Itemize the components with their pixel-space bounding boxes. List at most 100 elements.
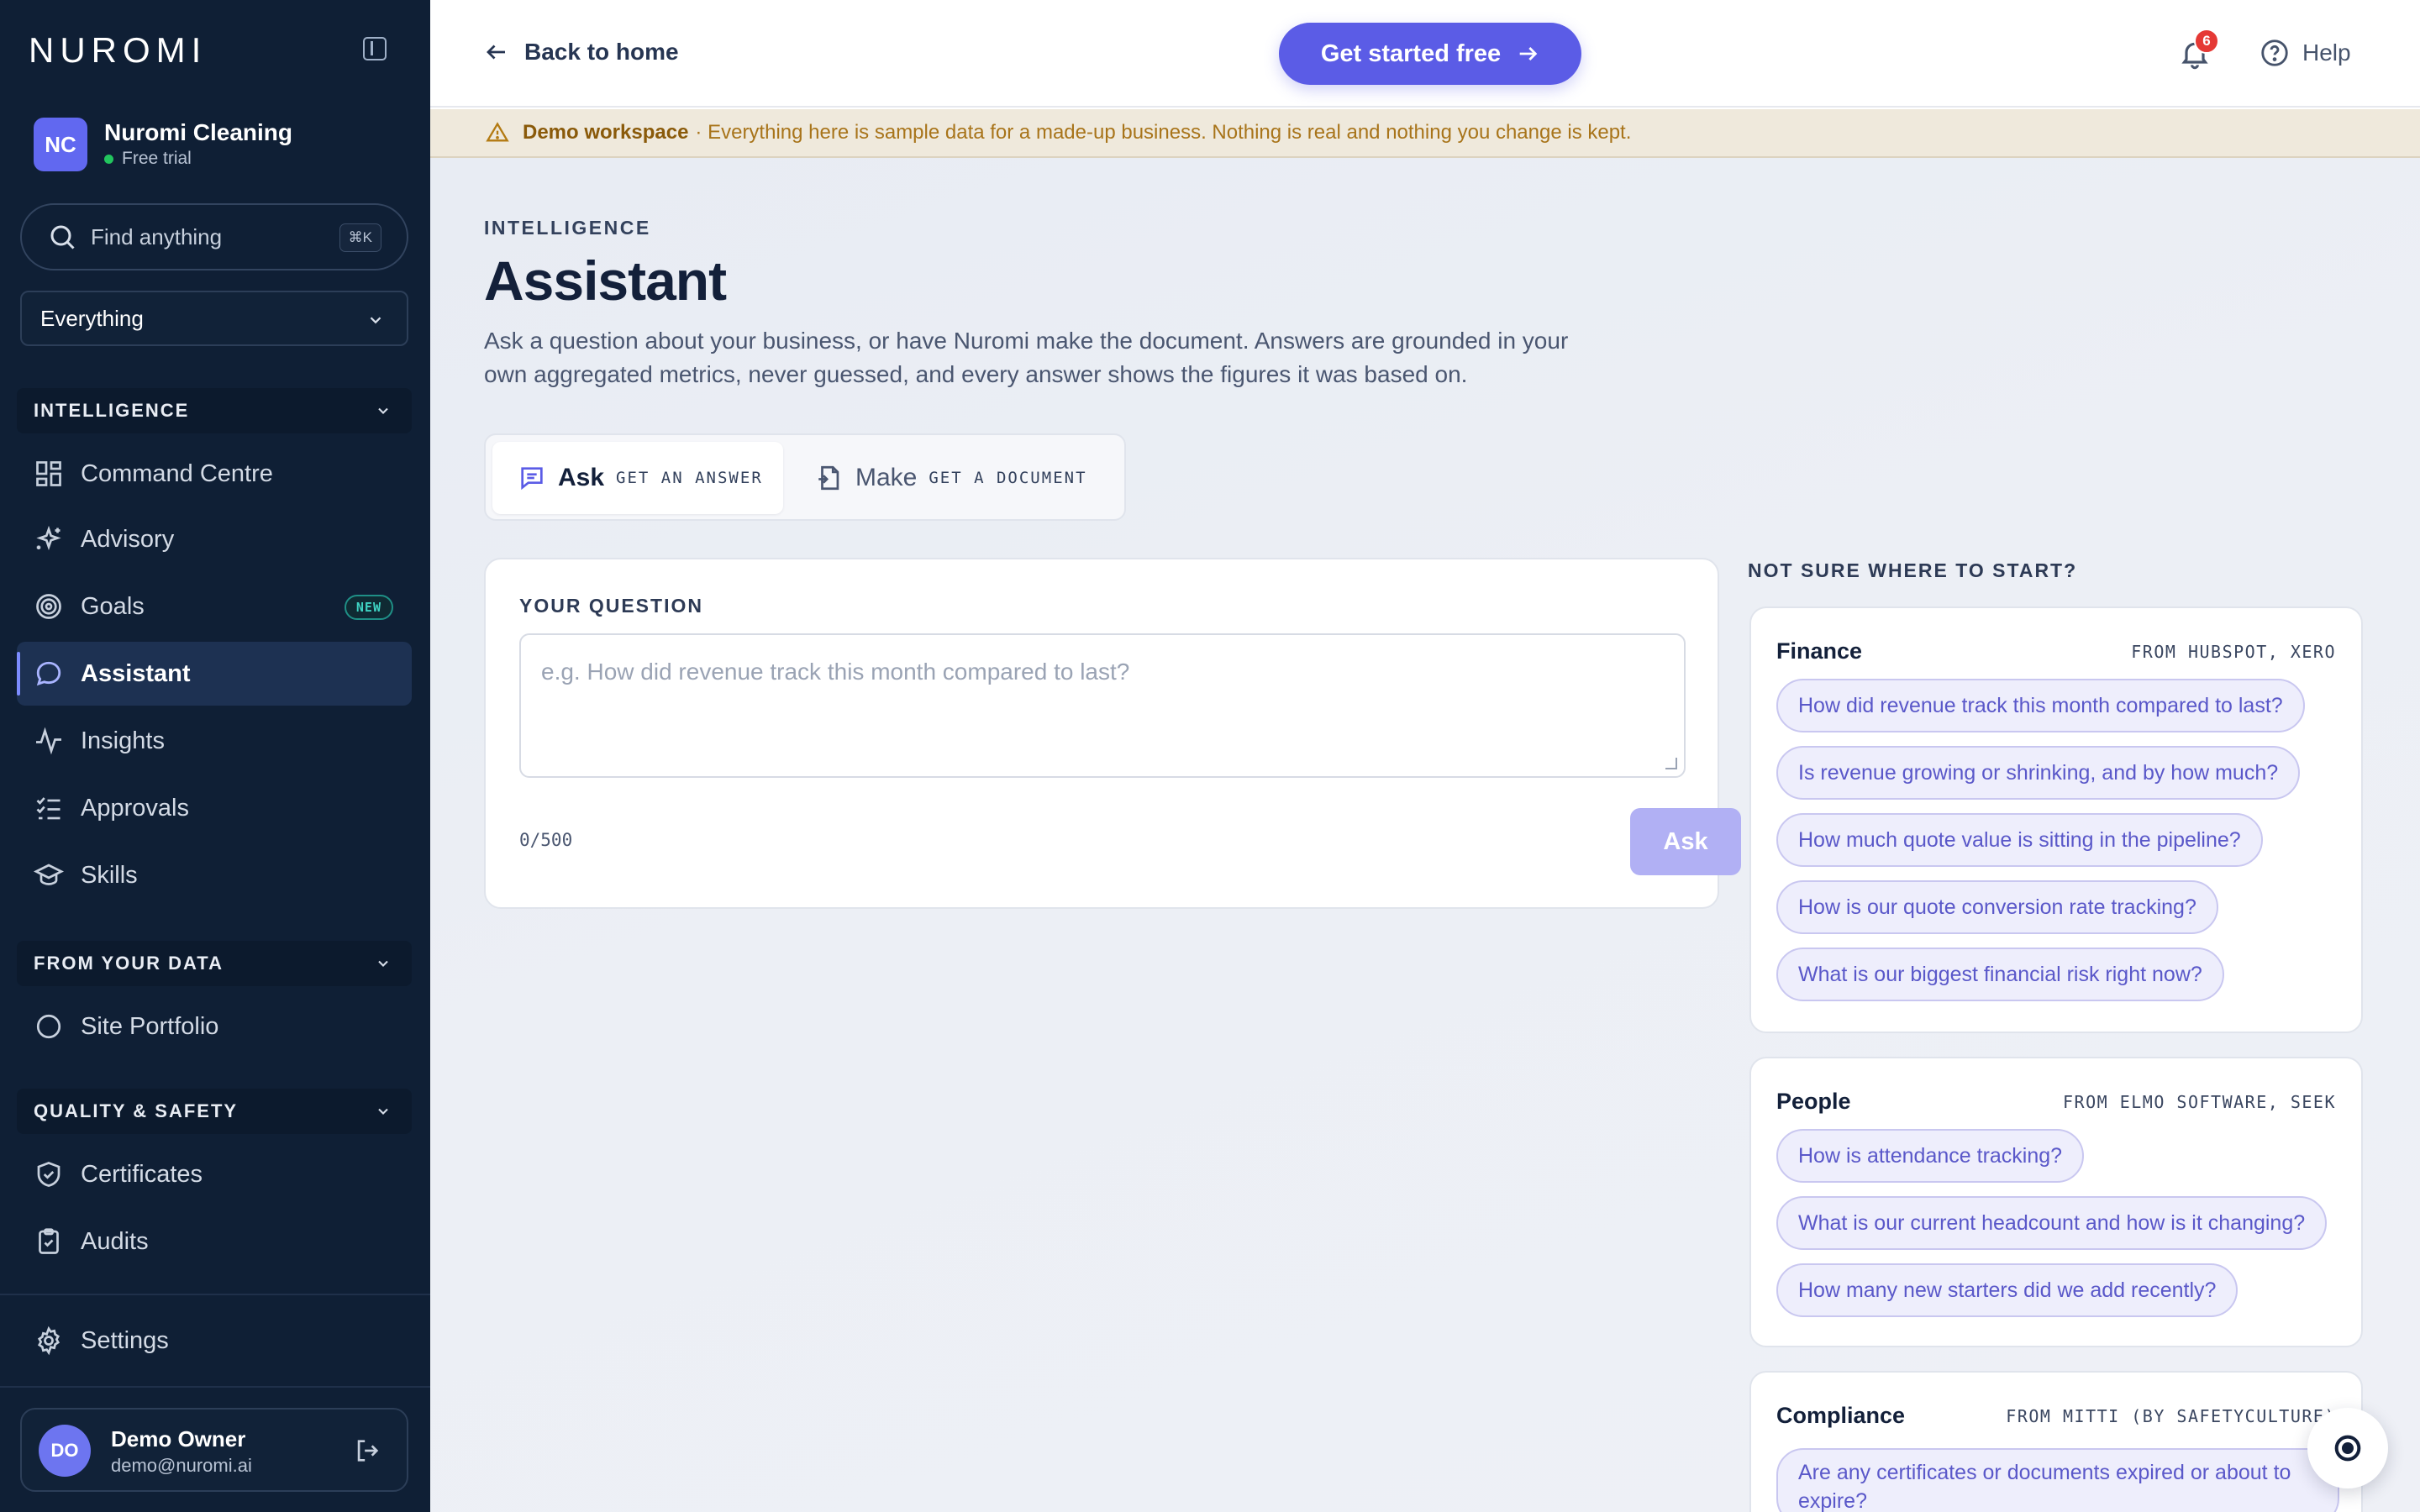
sidebar-item-goals[interactable]: Goals NEW xyxy=(17,575,412,638)
chevron-down-icon xyxy=(378,407,388,414)
chevron-down-icon xyxy=(378,960,388,967)
sidebar-item-label: Audits xyxy=(81,1227,149,1255)
clipboard-check-icon xyxy=(39,1228,59,1254)
workspace-plan-label: Free trial xyxy=(122,149,192,168)
tab-ask[interactable]: Ask GET AN ANSWER xyxy=(492,442,783,514)
help-button[interactable]: Help xyxy=(2259,37,2351,69)
pulse-icon xyxy=(36,727,61,755)
document-icon xyxy=(818,465,839,491)
status-dot xyxy=(104,154,113,164)
get-started-button[interactable]: Get started free xyxy=(1279,23,1581,85)
group-source: FROM HUBSPOT, XERO xyxy=(2131,642,2336,662)
user-email: demo@nuromi.ai xyxy=(111,1455,252,1476)
question-input[interactable]: e.g. How did revenue track this month co… xyxy=(519,633,1686,778)
sidebar-item-label: Site Portfolio xyxy=(81,1012,219,1040)
question-label: YOUR QUESTION xyxy=(519,595,703,617)
scope-select-value: Everything xyxy=(40,305,144,331)
suggestion-chip[interactable]: How is our quote conversion rate trackin… xyxy=(1776,880,2218,934)
sidebar-item-label: Goals xyxy=(81,592,145,620)
page-eyebrow: INTELLIGENCE xyxy=(484,217,651,239)
sidebar-item-skills[interactable]: Skills xyxy=(17,843,412,907)
sidebar-item-approvals[interactable]: Approvals xyxy=(17,776,412,840)
notification-badge: 6 xyxy=(2194,29,2219,54)
workspace-avatar[interactable]: NC xyxy=(34,118,87,171)
sidebar-item-label: Advisory xyxy=(81,525,175,553)
help-label: Help xyxy=(2302,39,2351,66)
help-icon xyxy=(2261,39,2288,66)
section-intelligence[interactable]: INTELLIGENCE xyxy=(17,388,412,433)
demo-banner: Demo workspace · Everything here is samp… xyxy=(430,109,2420,158)
tab-label: Ask xyxy=(558,464,605,491)
cta-label: Get started free xyxy=(1320,39,1502,67)
suggestion-chip[interactable]: How much quote value is sitting in the p… xyxy=(1776,813,2263,867)
sidebar-item-label: Approvals xyxy=(81,794,189,822)
scope-select[interactable]: Everything xyxy=(20,291,408,346)
suggestion-chip[interactable]: How many new starters did we add recentl… xyxy=(1776,1263,2238,1317)
search-icon xyxy=(50,225,75,249)
character-counter: 0/500 xyxy=(519,830,573,850)
banner-text: · Everything here is sample data for a m… xyxy=(695,121,1632,144)
user-card[interactable]: DO Demo Owner demo@nuromi.ai xyxy=(20,1408,408,1492)
back-label: Back to home xyxy=(524,39,679,65)
sidebar-item-settings[interactable]: Settings xyxy=(17,1309,412,1373)
arrow-right-icon xyxy=(1519,47,1538,60)
suggestion-group-finance: Finance FROM HUBSPOT, XERO How did reven… xyxy=(1749,606,2363,1033)
suggestion-chip[interactable]: What is our biggest financial risk right… xyxy=(1776,948,2224,1001)
sidebar-item-assistant[interactable]: Assistant xyxy=(17,642,412,706)
section-quality-safety[interactable]: QUALITY & SAFETY xyxy=(17,1089,412,1134)
suggestion-chip[interactable]: How did revenue track this month compare… xyxy=(1776,679,2305,732)
group-title: People xyxy=(1776,1089,1851,1114)
avatar: DO xyxy=(39,1425,91,1477)
sidebar-item-advisory[interactable]: Advisory xyxy=(17,507,412,571)
question-placeholder: e.g. How did revenue track this month co… xyxy=(541,659,1130,685)
suggestions-title: NOT SURE WHERE TO START? xyxy=(1748,559,2078,581)
workspace-name[interactable]: Nuromi Cleaning xyxy=(104,119,292,146)
tab-make[interactable]: Make GET A DOCUMENT xyxy=(790,442,1118,514)
sidebar-item-label: Insights xyxy=(81,727,165,754)
banner-title: Demo workspace xyxy=(523,121,689,144)
group-source: FROM MITTI (BY SAFETYCULTURE) xyxy=(2006,1406,2336,1426)
section-title: INTELLIGENCE xyxy=(34,400,190,421)
suggestion-chip[interactable]: Is revenue growing or shrinking, and by … xyxy=(1776,746,2301,800)
ask-button[interactable]: Ask xyxy=(1630,808,1741,875)
sparkles-icon xyxy=(36,525,61,551)
suggestion-chip[interactable]: Are any certificates or documents expire… xyxy=(1776,1448,2339,1512)
arrow-left-icon xyxy=(487,45,505,60)
sidebar-item-command-centre[interactable]: Command Centre xyxy=(17,442,412,506)
collapse-sidebar-icon[interactable] xyxy=(363,37,387,60)
app-logo[interactable]: NUROMI xyxy=(29,30,207,71)
shield-check-icon xyxy=(37,1162,60,1187)
sidebar-item-audits[interactable]: Audits xyxy=(17,1210,412,1273)
back-to-home-link[interactable]: Back to home xyxy=(484,39,679,66)
logout-icon[interactable] xyxy=(353,1436,381,1465)
suggestion-chip[interactable]: How is attendance tracking? xyxy=(1776,1129,2085,1183)
sidebar: NUROMI NC Nuromi Cleaning Free trial Fin… xyxy=(0,0,430,1512)
resize-handle[interactable] xyxy=(1665,758,1677,769)
suggestion-group-people: People FROM ELMO SOFTWARE, SEEK How is a… xyxy=(1749,1057,2363,1347)
assistant-launcher-button[interactable] xyxy=(2307,1408,2388,1488)
section-title: FROM YOUR DATA xyxy=(34,953,224,974)
sidebar-item-label: Certificates xyxy=(81,1160,203,1188)
section-from-your-data[interactable]: FROM YOUR DATA xyxy=(17,941,412,986)
sidebar-item-certificates[interactable]: Certificates xyxy=(17,1142,412,1206)
user-name: Demo Owner xyxy=(111,1426,246,1452)
group-source: FROM ELMO SOFTWARE, SEEK xyxy=(2063,1092,2336,1112)
sidebar-item-label: Skills xyxy=(81,861,138,889)
page-title: Assistant xyxy=(484,249,727,312)
sidebar-item-site-portfolio[interactable]: Site Portfolio xyxy=(17,995,412,1058)
sidebar-item-insights[interactable]: Insights xyxy=(17,709,412,773)
divider xyxy=(0,1386,430,1388)
question-card: YOUR QUESTION e.g. How did revenue track… xyxy=(484,558,1741,909)
chevron-down-icon xyxy=(370,317,381,324)
warning-icon xyxy=(486,122,509,142)
sidebar-item-label: Command Centre xyxy=(81,459,273,487)
main-content: INTELLIGENCE Assistant Ask a question ab… xyxy=(430,158,2420,1512)
graduation-cap-icon xyxy=(34,864,64,885)
tab-sublabel: GET AN ANSWER xyxy=(616,469,763,487)
suggestion-chip[interactable]: What is our current headcount and how is… xyxy=(1776,1196,2328,1250)
checklist-icon xyxy=(36,797,60,820)
search-shortcut: ⌘K xyxy=(339,223,381,252)
divider xyxy=(0,1294,430,1295)
search-input[interactable]: Find anything ⌘K xyxy=(20,203,408,270)
topbar: Back to home Get started free 6 Help xyxy=(430,0,2420,108)
